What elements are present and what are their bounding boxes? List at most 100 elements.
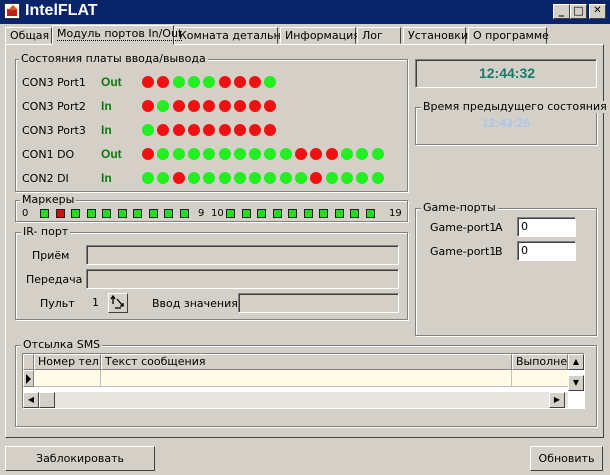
markers-title: Маркеры: [20, 193, 77, 206]
h-scrollbar-track[interactable]: [23, 392, 568, 408]
clock-panel: 12:44:32: [415, 59, 597, 88]
send-label: Передача: [26, 273, 83, 286]
remote-label: Пульт: [40, 297, 75, 310]
led-indicator: [233, 100, 246, 112]
led-indicator: [233, 76, 246, 88]
io-board-state-title: Состояния платы ввода/вывода: [19, 52, 208, 65]
marker-indicator: [257, 209, 266, 218]
scroll-up-button[interactable]: ▲: [568, 354, 584, 370]
cell-done[interactable]: [512, 370, 568, 387]
marker-indicator: [133, 209, 142, 218]
led-indicator: [295, 148, 307, 160]
col-message-text[interactable]: Текст сообщения: [101, 354, 512, 370]
led-indicator: [172, 148, 185, 160]
marker-indicator: [148, 209, 158, 218]
led-indicator: [279, 148, 292, 160]
cell-message[interactable]: [101, 370, 512, 387]
led-indicator: [187, 100, 200, 112]
row-indicator: [23, 370, 34, 387]
tab-settings[interactable]: Установки: [403, 27, 468, 44]
input-value-label: Ввод значения: [152, 297, 238, 310]
port-direction: Out: [101, 147, 122, 161]
app-icon: [4, 3, 20, 19]
tab-log[interactable]: Лог: [357, 27, 401, 44]
game-port-a-input[interactable]: 0: [517, 217, 576, 237]
marker-indicator: [241, 209, 251, 218]
marker-indicator: [288, 209, 297, 218]
marker-indicator: [303, 209, 313, 218]
marker-indicator: [350, 209, 359, 218]
port-name: CON2 DI: [22, 172, 69, 185]
receive-label: Приём: [32, 249, 70, 262]
col-phone[interactable]: Номер тел.: [34, 354, 101, 370]
remote-select-button[interactable]: [108, 293, 128, 313]
tab-info[interactable]: Информация: [280, 27, 360, 44]
led-indicator: [218, 76, 231, 88]
led-indicator: [187, 76, 200, 88]
game-port-a-label: Game-port1: [430, 221, 497, 234]
led-indicator: [371, 172, 384, 184]
marker-indicator: [334, 209, 344, 218]
lock-button[interactable]: Заблокировать: [5, 446, 155, 471]
led-indicator: [142, 124, 154, 136]
markers-start-label: 0: [22, 208, 29, 219]
led-indicator: [187, 172, 200, 184]
cell-phone[interactable]: [34, 370, 101, 387]
input-value-field[interactable]: [238, 293, 399, 313]
led-indicator: [249, 172, 262, 184]
led-indicator: [325, 148, 338, 160]
marker-indicator: [272, 209, 282, 218]
scroll-right-button[interactable]: ▶: [549, 392, 565, 408]
led-indicator: [172, 124, 185, 136]
scroll-left-button[interactable]: ◀: [23, 392, 39, 408]
led-indicator: [218, 100, 231, 112]
led-indicator: [249, 100, 262, 112]
marker-indicator: [164, 209, 173, 218]
scroll-down-button[interactable]: ▼: [568, 375, 584, 391]
game-port-b-input[interactable]: 0: [517, 241, 576, 261]
minimize-button[interactable]: _: [553, 4, 570, 19]
prev-state-title: Время предыдущего состояния: [421, 100, 609, 113]
title-bar[interactable]: IntelFLAT _ □ ✕: [0, 0, 610, 24]
remote-value: 1: [92, 296, 99, 309]
maximize-button[interactable]: □: [570, 4, 587, 19]
marker-indicator: [226, 209, 235, 218]
tab-general[interactable]: Общая: [5, 27, 52, 44]
led-indicator: [371, 148, 384, 160]
col-done[interactable]: Выполнен: [512, 354, 568, 370]
led-indicator: [218, 172, 231, 184]
led-indicator: [233, 148, 246, 160]
tab-io-ports[interactable]: Модуль портов In/Out: [52, 25, 183, 45]
marker-indicator: [319, 209, 328, 218]
game-port-b-label: Game-port1: [430, 245, 497, 258]
port-direction: Out: [101, 75, 122, 89]
marker-indicator: [71, 209, 80, 218]
port-name: CON1 DO: [22, 148, 75, 161]
refresh-button[interactable]: Обновить: [530, 446, 603, 471]
port-name: CON3 Port1: [22, 76, 86, 89]
current-row-arrow-icon: [26, 374, 31, 384]
table-row[interactable]: [34, 370, 568, 387]
marker-indicator: [55, 209, 65, 218]
port-direction: In: [101, 99, 112, 113]
port-name: CON3 Port3: [22, 124, 86, 137]
led-indicator: [249, 148, 262, 160]
close-button[interactable]: ✕: [589, 4, 606, 19]
markers-end-label: 19: [389, 208, 402, 219]
led-indicator: [340, 172, 353, 184]
led-indicator: [172, 76, 185, 88]
grid-corner: [23, 354, 34, 370]
tab-about[interactable]: О программе: [468, 27, 549, 44]
h-scrollbar-thumb[interactable]: [39, 392, 55, 408]
led-indicator: [142, 148, 154, 160]
game-port-a-letter: A: [495, 221, 503, 234]
led-indicator: [172, 172, 185, 184]
led-indicator: [187, 148, 200, 160]
prev-state-time: 12:43:26: [481, 116, 531, 130]
tab-room-detail[interactable]: Комната детально: [174, 27, 287, 44]
port-name: CON3 Port2: [22, 100, 86, 113]
led-indicator: [218, 148, 231, 160]
marker-indicator: [365, 209, 375, 218]
led-indicator: [295, 172, 307, 184]
send-field: [86, 269, 399, 289]
